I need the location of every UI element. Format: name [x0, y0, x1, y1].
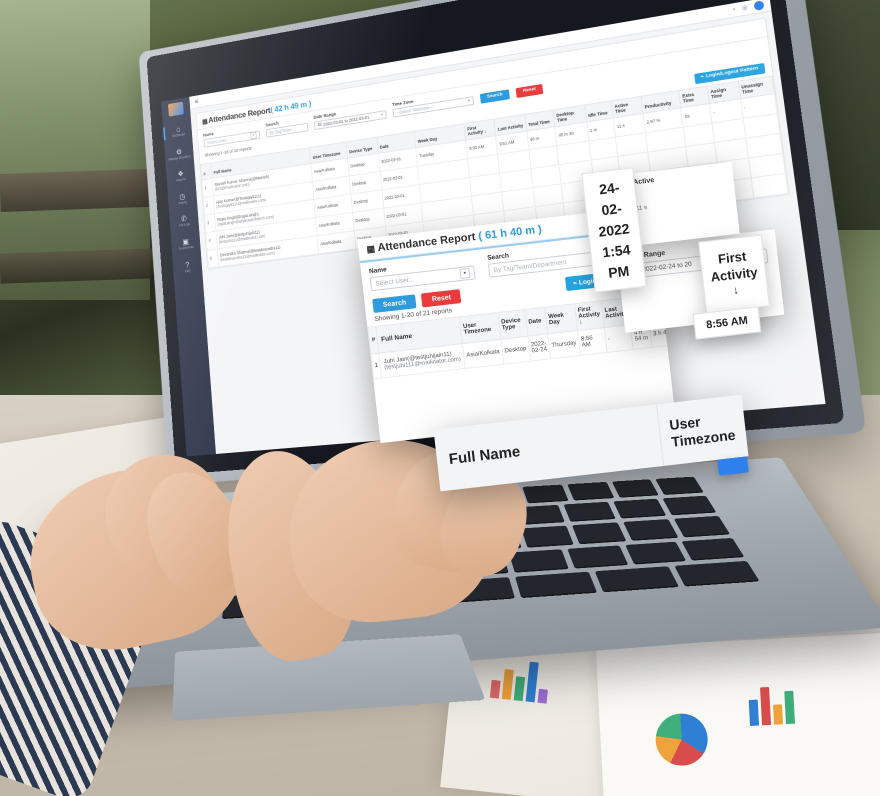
key[interactable]: [522, 484, 569, 504]
sidebar-item-label: Call Logs: [178, 222, 191, 228]
popup-cell-user-timezone: Asia/Kolkata: [462, 339, 504, 369]
popup-cell-device-type: Desktop: [500, 336, 531, 365]
sidebar-item-label: Screenshots: [178, 245, 194, 251]
key[interactable]: [567, 545, 628, 569]
search-placeholder: By Tag/Team: [269, 126, 292, 135]
menu-icon[interactable]: ≡: [194, 97, 199, 106]
desk-chart-bars: [489, 652, 551, 704]
tooltip-first-activity: First Activity ↓: [698, 234, 770, 314]
avatar[interactable]: [753, 0, 765, 12]
desk-chart-bars-2: [748, 678, 795, 726]
popup-col-week-day: Week Day: [544, 303, 578, 334]
chevron-down-icon[interactable]: ▾: [459, 267, 471, 279]
chevron-down-icon[interactable]: ▾: [250, 131, 257, 139]
sidebar-item-activity[interactable]: ◷ Activity: [168, 190, 197, 207]
popup-active-column: Active 11 s: [624, 162, 740, 246]
desk-chart-pie: [654, 712, 709, 767]
sidebar-item-screenshots[interactable]: ▣ Screenshots: [171, 236, 200, 252]
desk-paper-bottom-2: [595, 632, 880, 796]
sidebar-item-reports[interactable]: ❖ Reports: [166, 168, 195, 185]
chart-icon: ⌁: [572, 279, 578, 288]
sidebar-item-label: Dashboard: [172, 132, 186, 139]
sort-icon[interactable]: ↓: [732, 282, 739, 300]
tooltip-datetime-line5: PM: [607, 262, 631, 281]
sort-icon[interactable]: ↓: [484, 128, 487, 133]
sidebar-item-manage-allocation[interactable]: ⚙ Manage Allocation: [165, 145, 194, 162]
key[interactable]: [611, 479, 660, 498]
key[interactable]: [624, 541, 687, 565]
sidebar-item-faq[interactable]: ? FAQ: [173, 259, 203, 275]
popup-reset-button[interactable]: Reset: [421, 289, 462, 308]
chart-icon: ⌁: [700, 74, 705, 81]
calendar-icon: ▤: [317, 121, 322, 127]
sidebar-item-call-logs[interactable]: ✆ Call Logs: [169, 213, 198, 230]
tooltip-datetime-line2: 02-: [600, 199, 623, 218]
tooltip-datetime-line1: 24-: [598, 178, 621, 197]
reset-button[interactable]: Reset: [515, 83, 544, 98]
app-logo-icon: [168, 101, 184, 117]
select-user-value: Select User...: [206, 136, 230, 145]
popup-col-first-activity-label: First Activity: [577, 306, 601, 320]
key[interactable]: [623, 519, 679, 541]
help-circle-icon[interactable]: ◎: [742, 4, 748, 12]
popup-col-device-type: Device Type: [497, 309, 528, 340]
popup-select-user-value: Select User...: [375, 275, 415, 288]
key[interactable]: [508, 548, 569, 573]
popup-cell-first-activity: 8:56 AM: [577, 327, 607, 356]
sidebar-item-label: Reports: [176, 177, 186, 183]
popup-cell-date: 2022-02-24: [527, 333, 551, 362]
popup-active-value: 11 s: [635, 204, 648, 213]
search-button[interactable]: Search: [479, 89, 510, 104]
sidebar-item-label: FAQ: [184, 268, 191, 273]
key[interactable]: [681, 537, 745, 561]
key[interactable]: [520, 525, 575, 548]
col-first-activity-label: First Activity: [466, 124, 484, 136]
popup-active-label: Active: [632, 177, 655, 187]
bell-icon[interactable]: ◔: [731, 7, 736, 14]
popup-right-date-value: 2022-02-24 to 20: [642, 260, 693, 274]
sidebar-item-label: Activity: [178, 200, 188, 205]
key[interactable]: [572, 522, 627, 544]
key[interactable]: [613, 498, 667, 519]
popup-search-button[interactable]: Search: [372, 294, 417, 314]
overlay-blue-chip[interactable]: [717, 456, 749, 476]
sort-icon[interactable]: ↓: [579, 320, 583, 326]
key[interactable]: [563, 501, 617, 522]
cell-user-timezone: Asia/Kolkata: [317, 230, 356, 254]
chevron-down-icon[interactable]: ▾: [468, 99, 470, 103]
popup-col-first-activity[interactable]: First Activity ↓: [574, 300, 605, 331]
popup-duration: ( 61 h 40 m ): [477, 223, 543, 243]
key[interactable]: [567, 481, 614, 501]
cell-unassign-time: [750, 172, 788, 198]
timezone-value: --Select Timezone--: [396, 104, 433, 115]
chevron-down-icon[interactable]: ▾: [381, 113, 383, 117]
sidebar-item-dashboard[interactable]: ⌂ Dashboard: [163, 123, 193, 140]
help-icon: ?: [185, 260, 190, 270]
photo-scene: ⌂ Dashboard ⚙ Manage Allocation ❖ Report…: [0, 0, 880, 796]
sidebar-item-label: Manage Allocation: [168, 154, 191, 162]
overlay-user-timezone-header: User Timezone: [668, 413, 737, 450]
popup-cell-week-day: Thursday: [547, 330, 581, 359]
grid-icon: ▦: [365, 243, 376, 255]
tooltip-first-activity-time: 8:56 AM: [705, 314, 749, 332]
